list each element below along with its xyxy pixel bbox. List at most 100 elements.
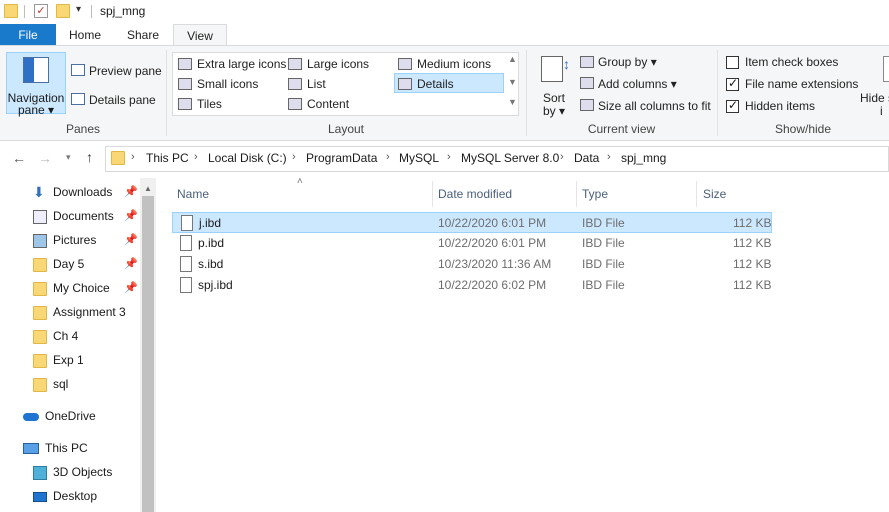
sidebar-item-this-pc[interactable]: This PC <box>0 437 140 461</box>
preview-pane-icon <box>71 64 85 76</box>
group-by-icon <box>580 56 594 68</box>
layout-group-label: Layout <box>327 122 365 136</box>
sidebar-item-exp-1[interactable]: Exp 1 <box>0 349 140 373</box>
tab-view[interactable]: View <box>173 24 227 47</box>
sort-by-icon <box>541 56 563 82</box>
file-row-selected[interactable]: j.ibd 10/22/2020 6:01 PM IBD File 112 KB <box>172 212 772 233</box>
sidebar-item-documents[interactable]: Documents 📌 <box>0 205 140 229</box>
group-by-button[interactable]: Group by ▾ <box>598 55 657 69</box>
sort-by-button-2[interactable]: by ▾ <box>543 104 565 118</box>
item-check-boxes-checkbox[interactable] <box>726 56 739 69</box>
breadcrumb-programdata[interactable]: ProgramData <box>306 151 377 165</box>
sidebar-item-desktop[interactable]: Desktop <box>0 485 140 509</box>
sidebar-item-downloads[interactable]: ⬇ Downloads 📌 <box>0 181 140 205</box>
breadcrumb-separator-icon[interactable]: › <box>447 151 451 163</box>
breadcrumb-mysql-server[interactable]: MySQL Server 8.0 <box>461 151 559 165</box>
pin-icon[interactable]: 📌 <box>124 281 138 294</box>
folder-icon <box>4 4 18 18</box>
breadcrumb-this-pc[interactable]: This PC <box>146 151 189 165</box>
preview-pane-button[interactable]: Preview pane <box>89 64 162 78</box>
column-header-name[interactable]: Name <box>177 187 209 201</box>
file-name-extensions-checkbox[interactable] <box>726 76 739 91</box>
breadcrumb-local-disk[interactable]: Local Disk (C:) <box>208 151 287 165</box>
navigation-pane-label-2: pane ▾ <box>17 103 55 117</box>
file-date: 10/22/2020 6:02 PM <box>438 278 547 292</box>
sidebar-item-assignment-3[interactable]: Assignment 3 <box>0 301 140 325</box>
layout-list[interactable]: List <box>307 77 326 91</box>
tab-file[interactable]: File <box>0 24 56 46</box>
file-row[interactable]: p.ibd 10/22/2020 6:01 PM IBD File 112 KB <box>172 233 772 254</box>
sidebar-item-my-choice[interactable]: My Choice 📌 <box>0 277 140 301</box>
scrollbar-thumb[interactable] <box>142 196 154 512</box>
hide-selected-button[interactable]: Hide s <box>860 91 889 105</box>
breadcrumb-separator-icon[interactable]: › <box>560 151 564 163</box>
breadcrumb-separator-icon[interactable]: › <box>292 151 296 163</box>
column-header-date-modified[interactable]: Date modified <box>438 187 512 201</box>
column-divider[interactable] <box>696 181 697 207</box>
tab-share[interactable]: Share <box>114 24 172 46</box>
layout-tiles[interactable]: Tiles <box>197 97 222 111</box>
recent-locations-chevron-icon[interactable]: ▾ <box>66 152 71 163</box>
sidebar-item-sql[interactable]: sql <box>0 373 140 397</box>
size-all-columns-button[interactable]: Size all columns to fit <box>598 99 711 113</box>
breadcrumb-mysql[interactable]: MySQL <box>399 151 439 165</box>
item-check-boxes-label: Item check boxes <box>745 55 839 69</box>
folder-icon <box>33 354 47 368</box>
layout-extra-large-icons[interactable]: Extra large icons <box>197 57 286 71</box>
breadcrumb-separator-icon[interactable]: › <box>607 151 611 163</box>
gallery-more-icon[interactable]: ▼ <box>508 97 517 107</box>
tab-home[interactable]: Home <box>56 24 114 46</box>
folder-icon <box>33 306 47 320</box>
column-header-size[interactable]: Size <box>703 187 726 201</box>
sidebar-scrollbar[interactable]: ▲ <box>140 178 156 512</box>
pin-icon[interactable]: 📌 <box>124 233 138 246</box>
pin-icon[interactable]: 📌 <box>124 257 138 270</box>
layout-medium-icons[interactable]: Medium icons <box>417 57 491 71</box>
pin-icon[interactable]: 📌 <box>124 185 138 198</box>
file-size: 112 KB <box>733 257 772 271</box>
sidebar-item-3d-objects[interactable]: 3D Objects <box>0 461 140 485</box>
up-arrow-icon[interactable]: ↑ <box>86 149 93 165</box>
sidebar-item-label: 3D Objects <box>53 465 113 479</box>
layout-large-icons[interactable]: Large icons <box>307 57 369 71</box>
layout-small-icons[interactable]: Small icons <box>197 77 258 91</box>
file-type: IBD File <box>582 216 625 230</box>
properties-icon[interactable]: ✓ <box>34 4 48 18</box>
breadcrumb-data[interactable]: Data <box>574 151 599 165</box>
sidebar-item-day-5[interactable]: Day 5 📌 <box>0 253 140 277</box>
back-arrow-icon[interactable]: ← <box>12 150 26 166</box>
sidebar-item-ch-4[interactable]: Ch 4 <box>0 325 140 349</box>
gallery-up-icon[interactable]: ▲ <box>508 54 517 64</box>
file-row[interactable]: spj.ibd 10/22/2020 6:02 PM IBD File 112 … <box>172 275 772 296</box>
sort-by-button[interactable]: Sort <box>543 91 565 105</box>
column-header-type[interactable]: Type <box>582 187 608 201</box>
documents-icon <box>33 210 47 224</box>
file-row[interactable]: s.ibd 10/23/2020 11:36 AM IBD File 112 K… <box>172 254 772 275</box>
hide-selected-button-2[interactable]: i <box>880 104 883 118</box>
details-pane-button[interactable]: Details pane <box>89 93 156 107</box>
add-columns-button[interactable]: Add columns ▾ <box>598 77 677 91</box>
gallery-down-icon[interactable]: ▼ <box>508 77 517 87</box>
forward-arrow-icon[interactable]: → <box>38 150 52 166</box>
breadcrumb-separator-icon[interactable]: › <box>194 151 198 163</box>
3d-objects-icon <box>33 466 47 480</box>
column-divider[interactable] <box>576 181 577 207</box>
navigation-pane-button[interactable]: Navigation pane ▾ <box>6 52 66 117</box>
layout-details[interactable]: Details <box>417 77 454 91</box>
download-icon: ⬇ <box>33 184 45 200</box>
sidebar-item-onedrive[interactable]: OneDrive <box>0 405 140 429</box>
layout-content[interactable]: Content <box>307 97 349 111</box>
scroll-up-icon[interactable]: ▲ <box>144 184 152 193</box>
breadcrumb-current-folder[interactable]: spj_mng <box>621 151 666 165</box>
breadcrumb-separator-icon[interactable]: › <box>386 151 390 163</box>
breadcrumb-separator-icon[interactable]: › <box>131 151 135 163</box>
column-divider[interactable] <box>432 181 433 207</box>
pin-icon[interactable]: 📌 <box>124 209 138 222</box>
customize-toolbar-chevron-icon[interactable]: ▾ <box>76 4 81 15</box>
file-icon <box>180 277 192 293</box>
folder-icon <box>33 282 47 296</box>
hidden-items-checkbox[interactable] <box>726 98 739 113</box>
onedrive-icon <box>23 413 39 421</box>
sidebar-item-pictures[interactable]: Pictures 📌 <box>0 229 140 253</box>
new-folder-icon[interactable] <box>56 4 70 18</box>
